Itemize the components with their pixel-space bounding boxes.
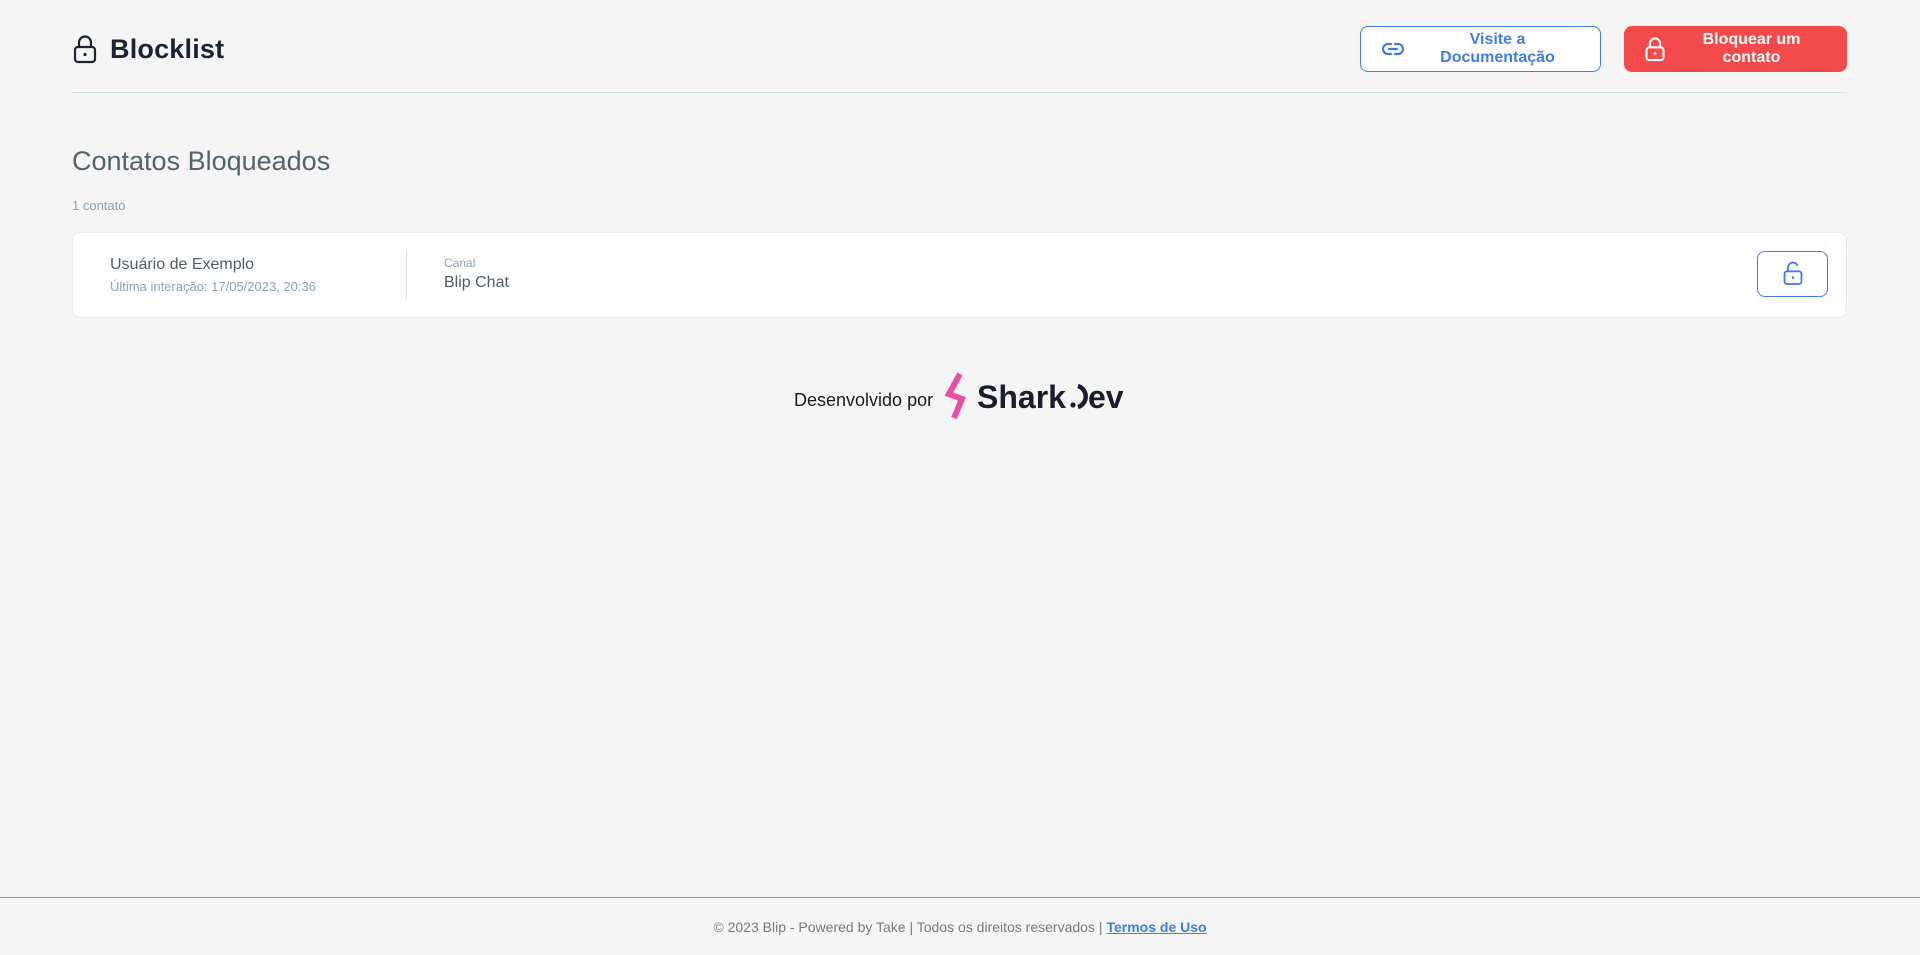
contact-info: Usuário de Exemplo Última interação: 17/… [110,256,316,294]
unlock-icon [1782,260,1804,289]
page-title: Blocklist [110,33,225,64]
header: Blocklist Visite a Documentação Bloquear… [72,0,1847,93]
lock-icon [72,34,98,64]
documentation-button[interactable]: Visite a Documentação [1360,26,1601,72]
brand: Blocklist [72,34,224,65]
channel-label: Canal [444,256,476,270]
unblock-contact-button[interactable] [1757,251,1828,297]
footer: © 2023 Blip - Powered by Take | Todos os… [0,897,1920,955]
channel-value: Blip Chat [444,274,509,291]
last-interaction: Última interação: 17/05/2023, 20:36 [110,279,316,294]
divider [406,251,407,299]
section-title: Contatos Bloqueados [72,146,331,176]
svg-text:Shark: Shark [977,379,1066,415]
list-item: Usuário de Exemplo Última interação: 17/… [72,232,1847,318]
documentation-button-label: Visite a Documentação [1440,31,1555,66]
link-icon [1381,41,1405,57]
contact-count: 1 contato [72,198,126,213]
contact-name: Usuário de Exemplo [110,256,255,273]
channel-info: Canal Blip Chat [444,256,509,292]
block-contact-button-label: Bloquear um contato [1702,31,1801,66]
header-actions: Visite a Documentação Bloquear um contat… [1360,26,1847,72]
footer-text: © 2023 Blip - Powered by Take | Todos os… [713,918,1103,935]
lock-icon [1644,36,1666,62]
page: Blocklist Visite a Documentação Bloquear… [0,0,1920,955]
svg-text:ev: ev [1088,379,1124,415]
block-contact-button[interactable]: Bloquear um contato [1624,26,1847,72]
terms-link[interactable]: Termos de Uso [1106,919,1206,935]
sharkdev-wordmark: Shark ev [977,379,1124,415]
developer-credit: Desenvolvido por Shark ev [794,372,1127,422]
sharkdev-mark-icon [944,372,967,420]
credit-text: Desenvolvido por [794,389,934,410]
sharkdev-logo: Shark ev [943,372,1127,422]
